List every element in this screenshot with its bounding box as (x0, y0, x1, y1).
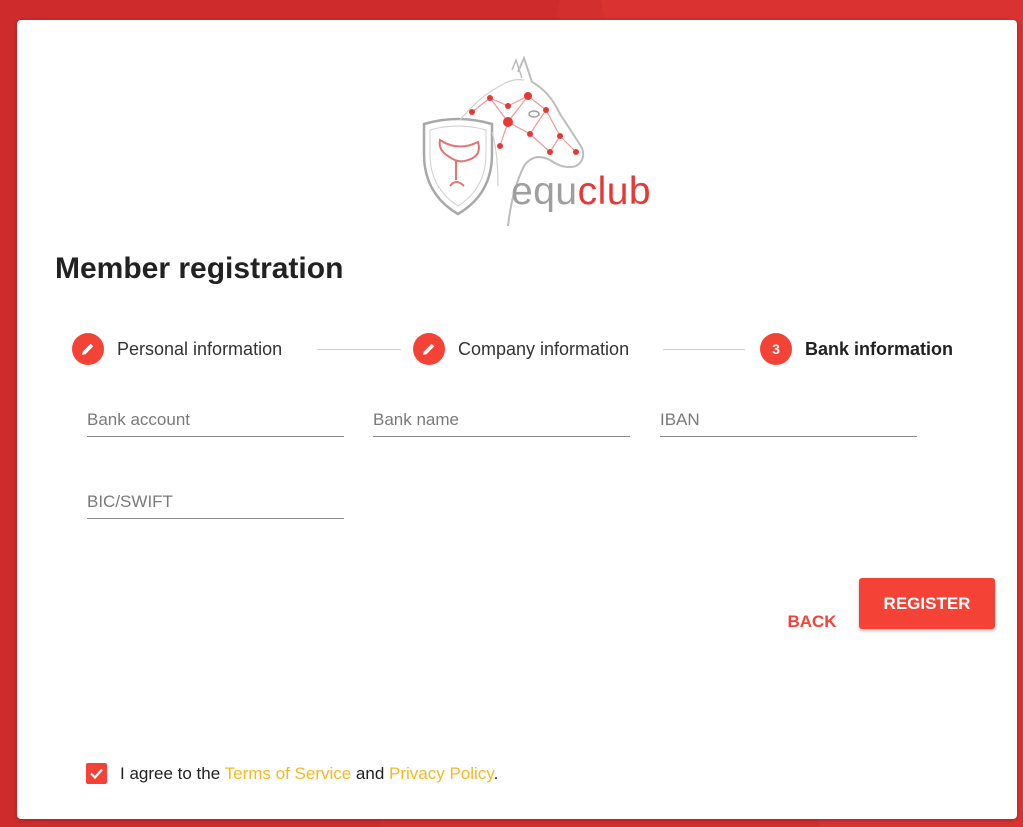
pencil-icon (82, 343, 94, 355)
step-bank-information[interactable]: 3 Bank information (760, 332, 953, 366)
terms-agreement: I agree to the Terms of Service and Priv… (86, 763, 498, 784)
step-company-information[interactable]: Company information (413, 332, 629, 366)
step-number-circle: 3 (760, 333, 792, 365)
bank-account-input[interactable] (87, 406, 344, 434)
step-label: Company information (458, 338, 630, 359)
agree-suffix: . (493, 763, 499, 783)
back-button[interactable]: BACK (781, 602, 843, 642)
agree-text: I agree to the Terms of Service and Priv… (120, 764, 498, 784)
step-label: Bank information (805, 338, 954, 359)
brand-wordmark: equclub (511, 170, 651, 214)
step-connector (317, 349, 401, 350)
registration-card: equclub Member registration Personal inf… (17, 20, 1017, 819)
pencil-icon (423, 343, 435, 355)
terms-of-service-link[interactable]: Terms of Service (225, 764, 352, 783)
brand-name-part2: club (577, 170, 652, 213)
register-button[interactable]: REGISTER (859, 578, 995, 629)
agree-prefix: I agree to the (120, 763, 225, 783)
bic-swift-input[interactable] (87, 488, 344, 516)
agree-middle: and (351, 763, 390, 783)
page-title: Member registration (55, 252, 344, 285)
step-label: Personal information (117, 338, 283, 359)
bic-swift-field (87, 488, 344, 519)
bank-name-field (373, 406, 630, 437)
step-number: 3 (772, 341, 780, 357)
step-personal-information[interactable]: Personal information (72, 332, 282, 366)
stepper: Personal information Company information… (17, 332, 1017, 366)
step-completed-circle (413, 333, 445, 365)
brand-name-part1: equ (511, 170, 578, 213)
iban-field (660, 406, 917, 437)
bank-name-input[interactable] (373, 406, 630, 434)
iban-input[interactable] (660, 406, 917, 434)
step-completed-circle (72, 333, 104, 365)
checkmark-icon (90, 768, 103, 780)
step-connector (663, 349, 745, 350)
bank-account-field (87, 406, 344, 437)
privacy-policy-link[interactable]: Privacy Policy (389, 764, 494, 783)
agree-checkbox[interactable] (86, 763, 107, 784)
